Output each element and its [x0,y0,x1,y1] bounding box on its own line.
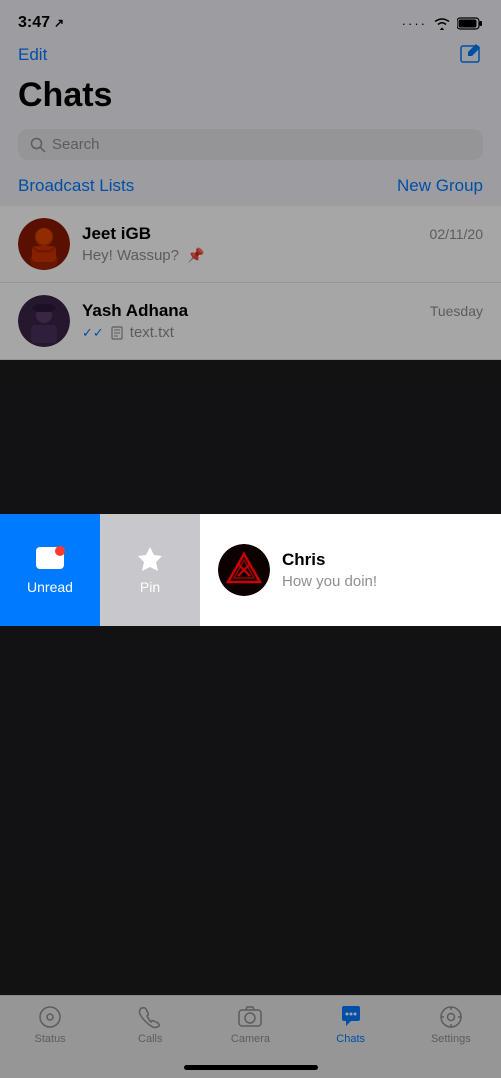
chat-unread-icon [34,545,66,575]
pin-action[interactable]: Pin [100,514,200,626]
avatar-chris [218,544,270,596]
chat-item-chris[interactable]: Chris How you doin! [200,514,501,626]
chat-info-chris: Chris How you doin! [282,550,483,590]
chat-preview-chris: How you doin! [282,573,377,590]
dark-overlay-bottom [0,626,501,1078]
unread-action[interactable]: Unread [0,514,100,626]
swipe-reveal-row: Unread Pin Chris How [0,514,501,626]
chat-name-chris: Chris [282,550,325,570]
home-indicator [184,1065,318,1070]
pin-action-icon [136,545,164,575]
dark-overlay-top [0,0,501,514]
unread-action-label: Unread [27,579,73,595]
pin-action-label: Pin [140,579,160,595]
